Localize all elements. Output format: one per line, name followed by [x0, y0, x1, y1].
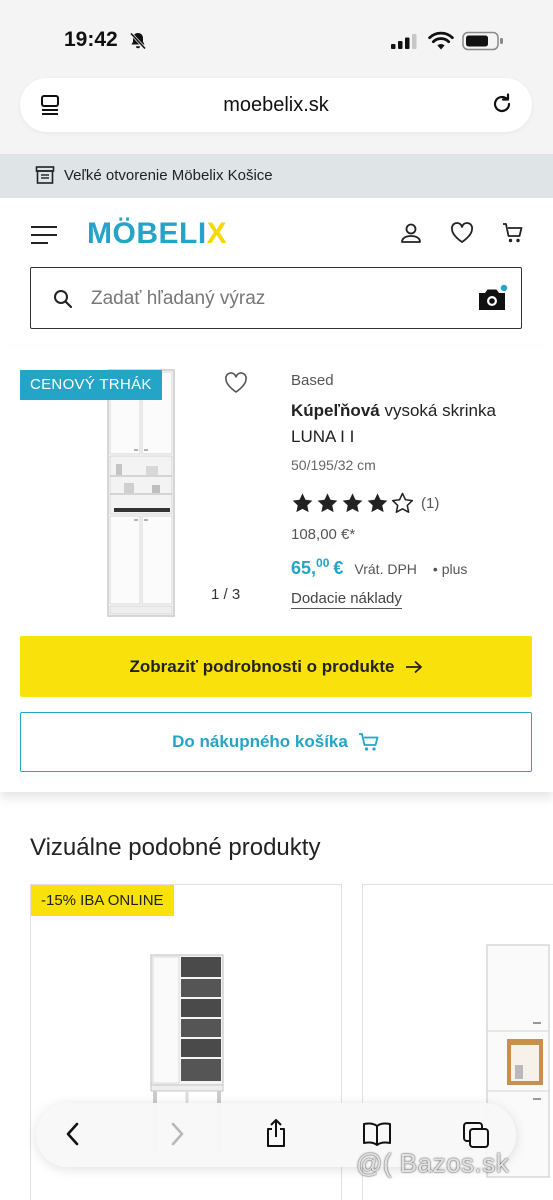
old-price: 108,00 €*	[291, 526, 356, 543]
status-time: 19:42	[64, 28, 118, 51]
search-icon[interactable]	[53, 289, 73, 314]
discount-badge: -15% IBA ONLINE	[31, 885, 174, 916]
watermark: @( Bazos.sk	[356, 1148, 510, 1178]
star-empty-icon	[391, 492, 414, 513]
cart-icon	[358, 733, 379, 751]
price-currency: €	[333, 558, 344, 578]
site-logo[interactable]: MÖBELIX	[87, 217, 227, 251]
search-input[interactable]	[91, 285, 461, 313]
product-rating[interactable]: (1)	[291, 492, 439, 514]
battery-icon	[462, 31, 504, 56]
address-bar[interactable]: moebelix.sk	[20, 78, 532, 132]
camera-search-icon[interactable]	[477, 283, 509, 317]
forward-icon[interactable]	[168, 1121, 186, 1152]
star-filled-icon	[367, 493, 388, 513]
star-filled-icon	[292, 493, 313, 513]
product-title-bold: Kúpeľňová	[291, 401, 380, 420]
hamburger-menu-icon[interactable]	[30, 224, 58, 251]
wishlist-heart-icon[interactable]	[450, 222, 474, 249]
site-header: MÖBELIX	[0, 198, 553, 348]
promo-banner[interactable]: Veľké otvorenie Möbelix Košice	[0, 154, 553, 198]
price-cents: 00	[316, 556, 330, 570]
shipping-costs-link[interactable]: Dodacie náklady	[291, 590, 402, 609]
wifi-icon	[428, 31, 454, 56]
bell-muted-icon	[128, 31, 148, 56]
reload-icon[interactable]	[490, 92, 514, 121]
star-filled-icon	[342, 493, 363, 513]
star-filled-icon	[317, 493, 338, 513]
price-whole: 65,00	[291, 556, 329, 579]
similar-products-title: Vizuálne podobné produkty	[30, 834, 321, 861]
store-icon	[35, 166, 55, 189]
add-to-cart-label: Do nákupného košíka	[172, 732, 348, 751]
signal-icon	[390, 33, 418, 54]
product-details-button[interactable]: Zobraziť podrobnosti o produkte	[20, 636, 532, 697]
product-wishlist-heart-icon[interactable]	[224, 372, 248, 399]
product-details-label: Zobraziť podrobnosti o produkte	[129, 656, 395, 676]
cart-icon[interactable]	[502, 222, 524, 249]
back-icon[interactable]	[64, 1121, 82, 1152]
plus-label: • plus	[432, 561, 468, 577]
logo-main: MÖBELI	[87, 217, 207, 250]
price-whole-text: 65,	[291, 558, 317, 578]
user-account-icon[interactable]	[400, 222, 422, 249]
product-image[interactable]	[106, 368, 176, 618]
url-text: moebelix.sk	[223, 94, 329, 116]
status-bar: 19:42	[0, 0, 553, 66]
arrow-right-icon	[405, 660, 422, 673]
share-icon[interactable]	[264, 1118, 288, 1153]
product-brand: Based	[291, 372, 334, 389]
vat-label: Vrát. DPH	[354, 561, 417, 577]
product-dimensions: 50/195/32 cm	[291, 457, 376, 473]
logo-x: X	[206, 217, 228, 250]
price-badge: CENOVÝ TRHÁK	[20, 370, 162, 400]
promo-text: Veľké otvorenie Möbelix Košice	[64, 167, 273, 184]
product-title[interactable]: Kúpeľňová vysoká skrinka LUNA I I	[291, 398, 531, 450]
search-box[interactable]	[30, 267, 522, 329]
image-counter: 1 / 3	[211, 586, 241, 603]
add-to-cart-button[interactable]: Do nákupného košíka	[20, 712, 532, 772]
product-card: CENOVÝ TRHÁK 1 / 3 Based Kúpeľňová vysok…	[0, 348, 553, 792]
price-row: 65,00 € Vrát. DPH • plus	[291, 556, 467, 579]
rating-count: (1)	[421, 494, 440, 512]
